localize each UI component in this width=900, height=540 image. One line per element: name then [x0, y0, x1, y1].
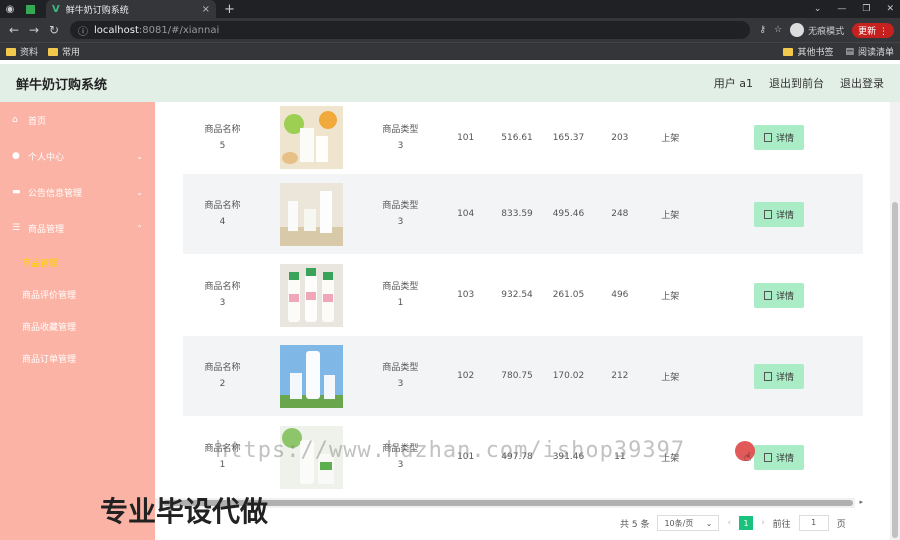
product-image	[279, 344, 343, 408]
pinned-tab-icon[interactable]	[20, 0, 40, 18]
browser-logo-icon: ◉	[5, 3, 15, 15]
chevron-down-icon: ⌄	[136, 151, 143, 161]
folder-icon	[48, 47, 59, 56]
sidebar-item-goods[interactable]: ☰ 商品管理 ⌃	[0, 210, 155, 246]
detail-button[interactable]: 详情	[753, 282, 804, 308]
tab-title: 鲜牛奶订购系统	[65, 5, 129, 16]
detail-button[interactable]: 详情	[753, 444, 804, 470]
table-row: 商品名称 5 商品类型 3 101 516.61 165.37 203 上架 详情	[183, 102, 863, 174]
update-button[interactable]: 更新 ⋮	[852, 22, 894, 38]
restore-icon[interactable]: ❐	[862, 4, 870, 14]
product-image	[279, 106, 343, 169]
star-icon[interactable]: ☆	[774, 25, 782, 35]
document-icon	[763, 209, 772, 219]
incognito-indicator[interactable]: 无痕模式	[790, 23, 844, 37]
pagination: 共 5 条 10条/页 ⌄ ‹ 1 › 前往 1 页	[620, 515, 846, 531]
new-tab-icon[interactable]: +	[224, 2, 235, 17]
key-icon[interactable]: ⚷	[759, 25, 766, 35]
bookmarks-bar: 资料 常用 其他书签 ▤ 阅读清单	[0, 42, 900, 60]
vue-icon: V	[52, 3, 60, 15]
browser-tabbar: ◉ V 鲜牛奶订购系统 × + ⌄ — ❐ ✕	[0, 0, 900, 18]
page-number-current[interactable]: 1	[739, 516, 754, 530]
bookmark-folder-2[interactable]: 常用	[48, 45, 80, 58]
promo-text: 专业毕设代做	[100, 495, 269, 528]
reading-list-icon: ▤	[845, 46, 854, 57]
briefcase-icon: ▬	[12, 187, 21, 197]
folder-icon	[6, 47, 16, 56]
home-icon: ⌂	[12, 115, 18, 125]
app-header: 鲜牛奶订购系统 用户 a1 退出到前台 退出登录	[0, 64, 900, 102]
sidebar-subitem-favorites[interactable]: 商品收藏管理	[0, 310, 155, 342]
document-icon	[763, 290, 772, 300]
goto-label: 前往	[772, 519, 791, 530]
back-icon[interactable]: ←	[6, 23, 22, 37]
chevron-down-icon: ⌄	[136, 187, 143, 197]
url-host: localhost	[94, 24, 139, 36]
page-size-select[interactable]: 10条/页 ⌄	[657, 515, 720, 531]
sidebar-subitem-reviews[interactable]: 商品评价管理	[0, 278, 155, 310]
close-window-icon[interactable]: ✕	[886, 4, 894, 14]
close-tab-icon[interactable]: ×	[202, 4, 210, 15]
logout-link[interactable]: 退出登录	[840, 75, 884, 91]
minimize-icon[interactable]: —	[837, 4, 846, 14]
active-tab[interactable]: V 鲜牛奶订购系统 ×	[46, 0, 216, 18]
reading-list[interactable]: ▤ 阅读清单	[845, 45, 894, 59]
scroll-right-icon[interactable]: ▸	[859, 498, 863, 506]
page-suffix: 页	[836, 519, 846, 530]
tab-search-icon[interactable]: ⌄	[814, 4, 822, 14]
sidebar: ⌂ 首页 ● 个人中心 ⌄ ▬ 公告信息管理 ⌄ ☰ 商品管理 ⌃ 商品管理 商…	[0, 102, 155, 540]
other-bookmarks[interactable]: 其他书签	[783, 45, 833, 58]
table-row: 商品名称 2 商品类型 3 102 780.75 170.02 212 上架 详情	[183, 336, 863, 417]
bookmark-folder-1[interactable]: 资料	[6, 45, 38, 58]
sidebar-subitem-orders[interactable]: 商品订单管理	[0, 342, 155, 374]
sidebar-item-profile[interactable]: ● 个人中心 ⌄	[0, 138, 155, 174]
document-icon	[763, 133, 772, 142]
detail-button[interactable]: 详情	[753, 201, 804, 227]
goto-page-input[interactable]: 1	[798, 515, 829, 531]
prev-page-icon[interactable]: ‹	[727, 518, 731, 528]
forward-icon[interactable]: →	[26, 23, 42, 37]
detail-button[interactable]: 详情	[753, 363, 804, 389]
info-icon[interactable]: ⓘ	[78, 23, 88, 38]
window-controls: ⌄ — ❐ ✕	[814, 0, 894, 18]
next-page-icon[interactable]: ›	[761, 518, 765, 528]
url-field[interactable]: ⓘ localhost:8081/#/xiannai	[70, 21, 750, 39]
chevron-down-icon: ⌄	[705, 518, 713, 528]
reload-icon[interactable]: ↻	[46, 23, 62, 37]
document-icon	[763, 371, 772, 381]
sidebar-item-notice[interactable]: ▬ 公告信息管理 ⌄	[0, 174, 155, 210]
sidebar-subitem-goods[interactable]: 商品管理	[0, 246, 155, 278]
document-icon	[763, 452, 772, 462]
user-icon: ●	[12, 151, 20, 161]
watermark-text: https://www.huzhan.com/ishop39397	[215, 438, 686, 463]
incognito-icon	[790, 23, 805, 37]
table-row: 商品名称 4 商品类型 3 104 833.59 495.46 248 上架 详情	[183, 174, 863, 255]
app-title: 鲜牛奶订购系统	[16, 77, 108, 93]
chevron-up-icon: ⌃	[136, 223, 143, 233]
address-bar: ← → ↻ ⓘ localhost:8081/#/xiannai ⚷ ☆ 无痕模…	[0, 18, 900, 42]
url-path: :8081/#/xiannai	[138, 24, 220, 36]
detail-button[interactable]: 详情	[753, 125, 804, 150]
menu-icon: ☰	[12, 223, 21, 233]
vertical-scrollbar[interactable]	[890, 102, 900, 540]
hand-cursor-icon: ☝	[744, 450, 752, 464]
vertical-scroll-thumb[interactable]	[892, 202, 898, 538]
total-count: 共 5 条	[620, 519, 650, 530]
table-row: 商品名称 3 商品类型 1 103 932.54 261.05 496 上架 详情	[183, 255, 863, 336]
product-image	[279, 263, 343, 327]
product-image	[279, 182, 343, 246]
folder-icon	[783, 47, 794, 56]
back-to-front-link[interactable]: 退出到前台	[769, 75, 824, 91]
current-user: 用户 a1	[713, 77, 753, 90]
incognito-label: 无痕模式	[808, 26, 845, 37]
sidebar-item-home[interactable]: ⌂ 首页	[0, 102, 155, 138]
main-content: 商品名称 5 商品类型 3 101 516.61 165.37 203 上架 详情 …	[155, 102, 900, 540]
